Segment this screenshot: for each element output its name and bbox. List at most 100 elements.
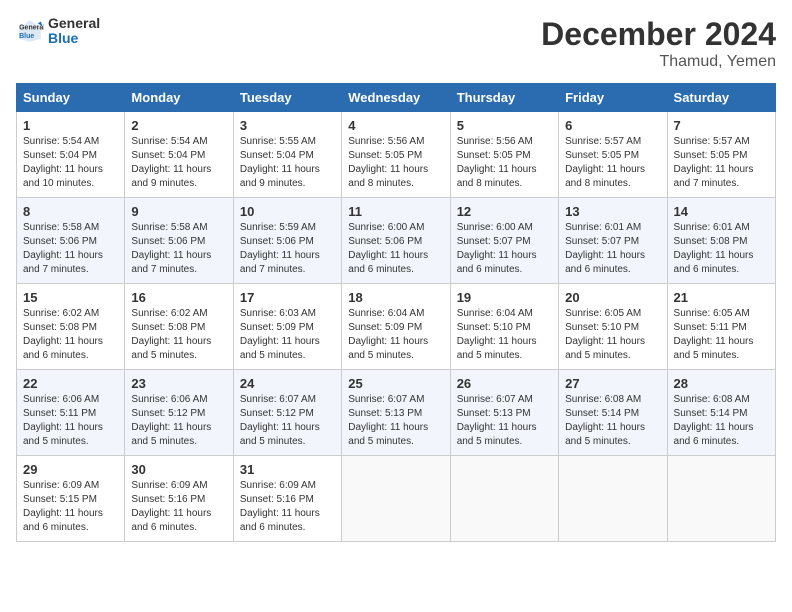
calendar-cell: 12 Sunrise: 6:00 AMSunset: 5:07 PMDaylig…: [450, 198, 558, 284]
day-info: Sunrise: 6:04 AMSunset: 5:10 PMDaylight:…: [457, 307, 552, 363]
day-info: Sunrise: 6:05 AMSunset: 5:10 PMDaylight:…: [565, 307, 660, 363]
day-info: Sunrise: 6:07 AMSunset: 5:12 PMDaylight:…: [240, 393, 335, 449]
calendar-cell: 4 Sunrise: 5:56 AMSunset: 5:05 PMDayligh…: [342, 112, 450, 198]
header-saturday: Saturday: [667, 84, 775, 112]
location-subtitle: Thamud, Yemen: [541, 53, 776, 71]
calendar-cell: 15 Sunrise: 6:02 AMSunset: 5:08 PMDaylig…: [17, 284, 125, 370]
day-number: 10: [240, 204, 335, 219]
day-number: 17: [240, 290, 335, 305]
day-info: Sunrise: 6:04 AMSunset: 5:09 PMDaylight:…: [348, 307, 443, 363]
calendar-body: 1 Sunrise: 5:54 AMSunset: 5:04 PMDayligh…: [17, 112, 776, 542]
page-header: General Blue General Blue December 2024 …: [16, 16, 776, 71]
header-wednesday: Wednesday: [342, 84, 450, 112]
day-info: Sunrise: 5:57 AMSunset: 5:05 PMDaylight:…: [674, 135, 769, 191]
calendar-cell: 25 Sunrise: 6:07 AMSunset: 5:13 PMDaylig…: [342, 370, 450, 456]
header-thursday: Thursday: [450, 84, 558, 112]
calendar-cell: 19 Sunrise: 6:04 AMSunset: 5:10 PMDaylig…: [450, 284, 558, 370]
calendar-cell: 30 Sunrise: 6:09 AMSunset: 5:16 PMDaylig…: [125, 456, 233, 542]
day-info: Sunrise: 6:08 AMSunset: 5:14 PMDaylight:…: [674, 393, 769, 449]
day-number: 14: [674, 204, 769, 219]
day-info: Sunrise: 6:07 AMSunset: 5:13 PMDaylight:…: [457, 393, 552, 449]
calendar-table: SundayMondayTuesdayWednesdayThursdayFrid…: [16, 83, 776, 542]
day-number: 15: [23, 290, 118, 305]
day-number: 4: [348, 118, 443, 133]
calendar-week-1: 1 Sunrise: 5:54 AMSunset: 5:04 PMDayligh…: [17, 112, 776, 198]
day-info: Sunrise: 5:55 AMSunset: 5:04 PMDaylight:…: [240, 135, 335, 191]
svg-text:Blue: Blue: [19, 33, 34, 40]
calendar-cell: 11 Sunrise: 6:00 AMSunset: 5:06 PMDaylig…: [342, 198, 450, 284]
day-number: 2: [131, 118, 226, 133]
day-number: 8: [23, 204, 118, 219]
logo: General Blue General Blue: [16, 16, 100, 47]
day-number: 12: [457, 204, 552, 219]
calendar-cell: 5 Sunrise: 5:56 AMSunset: 5:05 PMDayligh…: [450, 112, 558, 198]
day-info: Sunrise: 5:56 AMSunset: 5:05 PMDaylight:…: [457, 135, 552, 191]
day-info: Sunrise: 6:09 AMSunset: 5:16 PMDaylight:…: [240, 479, 335, 535]
calendar-cell: 6 Sunrise: 5:57 AMSunset: 5:05 PMDayligh…: [559, 112, 667, 198]
day-number: 7: [674, 118, 769, 133]
svg-text:General: General: [19, 25, 44, 32]
day-info: Sunrise: 6:02 AMSunset: 5:08 PMDaylight:…: [23, 307, 118, 363]
day-info: Sunrise: 5:58 AMSunset: 5:06 PMDaylight:…: [131, 221, 226, 277]
day-number: 3: [240, 118, 335, 133]
day-number: 1: [23, 118, 118, 133]
day-number: 11: [348, 204, 443, 219]
day-info: Sunrise: 5:56 AMSunset: 5:05 PMDaylight:…: [348, 135, 443, 191]
header-tuesday: Tuesday: [233, 84, 341, 112]
day-number: 25: [348, 376, 443, 391]
day-number: 21: [674, 290, 769, 305]
calendar-cell: 8 Sunrise: 5:58 AMSunset: 5:06 PMDayligh…: [17, 198, 125, 284]
day-number: 20: [565, 290, 660, 305]
day-info: Sunrise: 5:54 AMSunset: 5:04 PMDaylight:…: [131, 135, 226, 191]
day-number: 22: [23, 376, 118, 391]
calendar-week-4: 22 Sunrise: 6:06 AMSunset: 5:11 PMDaylig…: [17, 370, 776, 456]
day-number: 13: [565, 204, 660, 219]
calendar-cell: 29 Sunrise: 6:09 AMSunset: 5:15 PMDaylig…: [17, 456, 125, 542]
calendar-cell: 2 Sunrise: 5:54 AMSunset: 5:04 PMDayligh…: [125, 112, 233, 198]
calendar-week-2: 8 Sunrise: 5:58 AMSunset: 5:06 PMDayligh…: [17, 198, 776, 284]
day-info: Sunrise: 6:01 AMSunset: 5:08 PMDaylight:…: [674, 221, 769, 277]
calendar-cell: 10 Sunrise: 5:59 AMSunset: 5:06 PMDaylig…: [233, 198, 341, 284]
day-info: Sunrise: 6:01 AMSunset: 5:07 PMDaylight:…: [565, 221, 660, 277]
calendar-cell: 14 Sunrise: 6:01 AMSunset: 5:08 PMDaylig…: [667, 198, 775, 284]
calendar-header-row: SundayMondayTuesdayWednesdayThursdayFrid…: [17, 84, 776, 112]
day-info: Sunrise: 6:03 AMSunset: 5:09 PMDaylight:…: [240, 307, 335, 363]
month-title: December 2024: [541, 16, 776, 53]
day-info: Sunrise: 6:09 AMSunset: 5:16 PMDaylight:…: [131, 479, 226, 535]
logo-general: General: [48, 15, 100, 31]
calendar-cell: 18 Sunrise: 6:04 AMSunset: 5:09 PMDaylig…: [342, 284, 450, 370]
calendar-cell: 3 Sunrise: 5:55 AMSunset: 5:04 PMDayligh…: [233, 112, 341, 198]
day-number: 30: [131, 462, 226, 477]
logo-icon: General Blue: [16, 17, 44, 45]
calendar-cell: 27 Sunrise: 6:08 AMSunset: 5:14 PMDaylig…: [559, 370, 667, 456]
calendar-week-3: 15 Sunrise: 6:02 AMSunset: 5:08 PMDaylig…: [17, 284, 776, 370]
calendar-cell: 28 Sunrise: 6:08 AMSunset: 5:14 PMDaylig…: [667, 370, 775, 456]
calendar-cell: [450, 456, 558, 542]
day-number: 23: [131, 376, 226, 391]
day-number: 19: [457, 290, 552, 305]
calendar-cell: [667, 456, 775, 542]
day-number: 29: [23, 462, 118, 477]
calendar-week-5: 29 Sunrise: 6:09 AMSunset: 5:15 PMDaylig…: [17, 456, 776, 542]
header-monday: Monday: [125, 84, 233, 112]
calendar-cell: 9 Sunrise: 5:58 AMSunset: 5:06 PMDayligh…: [125, 198, 233, 284]
calendar-cell: 21 Sunrise: 6:05 AMSunset: 5:11 PMDaylig…: [667, 284, 775, 370]
day-info: Sunrise: 6:08 AMSunset: 5:14 PMDaylight:…: [565, 393, 660, 449]
day-number: 5: [457, 118, 552, 133]
day-number: 26: [457, 376, 552, 391]
calendar-cell: 24 Sunrise: 6:07 AMSunset: 5:12 PMDaylig…: [233, 370, 341, 456]
day-number: 6: [565, 118, 660, 133]
day-info: Sunrise: 6:02 AMSunset: 5:08 PMDaylight:…: [131, 307, 226, 363]
day-info: Sunrise: 5:59 AMSunset: 5:06 PMDaylight:…: [240, 221, 335, 277]
calendar-cell: 22 Sunrise: 6:06 AMSunset: 5:11 PMDaylig…: [17, 370, 125, 456]
calendar-cell: 31 Sunrise: 6:09 AMSunset: 5:16 PMDaylig…: [233, 456, 341, 542]
calendar-cell: 20 Sunrise: 6:05 AMSunset: 5:10 PMDaylig…: [559, 284, 667, 370]
calendar-cell: 1 Sunrise: 5:54 AMSunset: 5:04 PMDayligh…: [17, 112, 125, 198]
header-friday: Friday: [559, 84, 667, 112]
calendar-cell: 26 Sunrise: 6:07 AMSunset: 5:13 PMDaylig…: [450, 370, 558, 456]
day-number: 18: [348, 290, 443, 305]
calendar-cell: 23 Sunrise: 6:06 AMSunset: 5:12 PMDaylig…: [125, 370, 233, 456]
calendar-cell: [559, 456, 667, 542]
day-number: 24: [240, 376, 335, 391]
day-info: Sunrise: 6:09 AMSunset: 5:15 PMDaylight:…: [23, 479, 118, 535]
